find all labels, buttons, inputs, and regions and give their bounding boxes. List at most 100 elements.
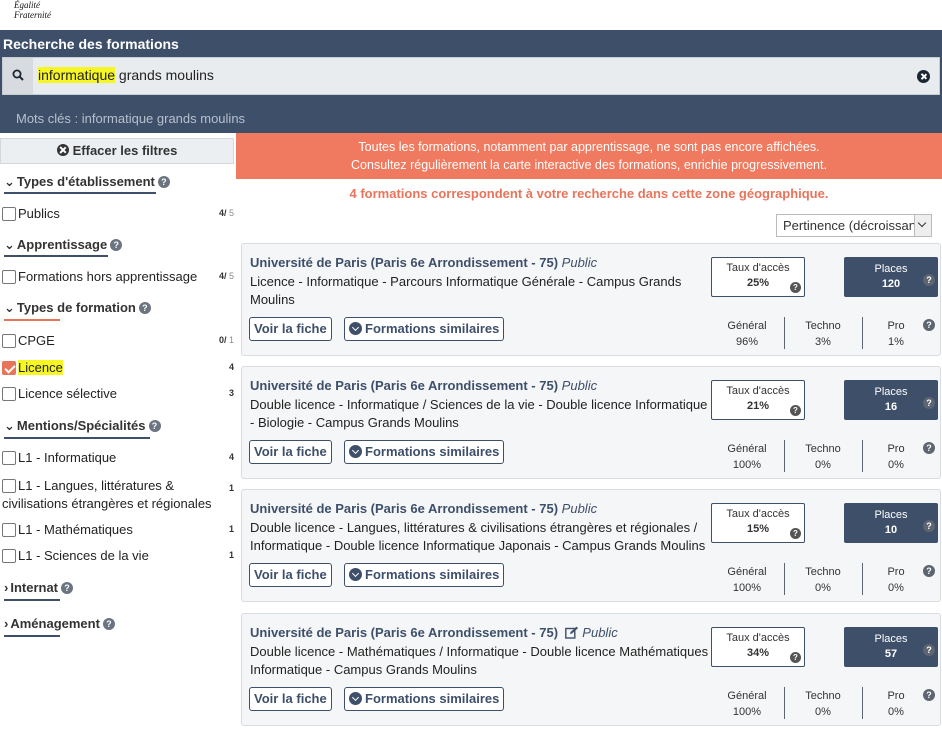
- section-underline: [4, 437, 150, 439]
- stat-techno: Techno 3%: [805, 320, 841, 348]
- checkbox-checked[interactable]: [2, 361, 16, 375]
- filter-label: Publics: [18, 206, 60, 221]
- checkbox[interactable]: [2, 523, 16, 537]
- similar-formations-button[interactable]: Formations similaires: [344, 440, 505, 464]
- help-icon[interactable]: ?: [923, 397, 935, 409]
- filter-l1-mathematiques[interactable]: L1 - Mathématiques 1: [2, 522, 234, 537]
- section-apprentissage[interactable]: ⌄ Apprentissage?: [4, 237, 123, 253]
- checkbox[interactable]: [2, 334, 16, 348]
- checkbox[interactable]: [2, 549, 16, 563]
- help-icon[interactable]: ?: [110, 239, 123, 251]
- help-icon[interactable]: ?: [923, 565, 935, 577]
- filter-l1-sciences-vie[interactable]: L1 - Sciences de la vie 1: [2, 548, 234, 563]
- formation-institution[interactable]: Université de Paris (Paris 6e Arrondisse…: [250, 501, 597, 516]
- section-label: Mentions/Spécialités: [16, 418, 146, 433]
- search-value[interactable]: informatique grands moulins: [38, 67, 214, 83]
- help-icon[interactable]: ?: [923, 442, 935, 454]
- filter-licence[interactable]: Licence 4: [2, 360, 234, 375]
- formation-description: Double licence - Langues, littératures &…: [250, 520, 706, 553]
- filter-label: Licence sélective: [18, 386, 117, 401]
- checkbox[interactable]: [2, 387, 16, 401]
- view-details-button[interactable]: Voir la fiche: [249, 440, 332, 464]
- help-icon[interactable]: ?: [157, 176, 170, 188]
- formation-description: Double licence - Informatique / Sciences…: [250, 397, 708, 430]
- checkbox[interactable]: [2, 207, 16, 221]
- similar-formations-button[interactable]: Formations similaires: [344, 687, 505, 711]
- filter-count: 1: [228, 483, 234, 493]
- checkbox[interactable]: [2, 451, 16, 465]
- chevron-circle-icon: [349, 692, 362, 705]
- formation-description: Double licence - Mathématiques / Informa…: [250, 644, 709, 677]
- help-icon[interactable]: ?: [923, 644, 935, 656]
- edit-icon[interactable]: [564, 626, 579, 639]
- filter-licence-selective[interactable]: Licence sélective 3: [2, 386, 234, 401]
- section-types-formation[interactable]: ⌄ Types de formation?: [4, 300, 151, 316]
- help-icon[interactable]: ?: [790, 282, 801, 293]
- formation-institution[interactable]: Université de Paris (Paris 6e Arrondisse…: [250, 378, 597, 393]
- info-banner: Toutes les formations, notamment par app…: [236, 133, 942, 179]
- formation-institution[interactable]: Université de Paris (Paris 6e Arrondisse…: [250, 255, 597, 270]
- search-header: Recherche des formations informatique gr…: [0, 30, 942, 133]
- institution-status: Public: [582, 625, 618, 640]
- clear-search-icon[interactable]: [917, 70, 930, 83]
- banner-line1: Toutes les formations, notamment par app…: [358, 140, 820, 154]
- filter-cpge[interactable]: CPGE 0/ 1: [2, 333, 234, 348]
- sort-value: Pertinence (décroissant): [783, 218, 924, 233]
- filters-sidebar: Effacer les filtres ⌄ Types d'établisseme…: [0, 133, 236, 731]
- section-label: Aménagement: [10, 616, 100, 631]
- section-label: Apprentissage: [16, 237, 108, 252]
- view-details-button[interactable]: Voir la fiche: [249, 687, 332, 711]
- formation-institution[interactable]: Université de Paris (Paris 6e Arrondisse…: [250, 625, 618, 640]
- chevron-down-icon: ⌄: [4, 174, 15, 189]
- help-icon[interactable]: ?: [138, 302, 151, 314]
- stat-general: Général 96%: [727, 320, 767, 348]
- stat-pro: Pro 0%: [887, 690, 905, 718]
- filter-publics[interactable]: Publics 4/ 5: [2, 206, 234, 221]
- filter-count: 3: [228, 388, 234, 398]
- formation-card: Université de Paris (Paris 6e Arrondisse…: [241, 243, 941, 356]
- similar-label: Formations similaires: [365, 691, 500, 706]
- places-label: Places: [874, 263, 908, 275]
- filter-l1-informatique[interactable]: L1 - Informatique 4: [2, 450, 234, 465]
- checkbox[interactable]: [2, 479, 16, 493]
- clear-filters-label: Effacer les filtres: [72, 143, 178, 158]
- search-input[interactable]: informatique grands moulins: [2, 57, 940, 95]
- filter-label: Formations hors apprentissage: [18, 269, 198, 284]
- view-details-button[interactable]: Voir la fiche: [249, 563, 332, 587]
- keywords-summary: Mots clés : informatique grands moulins: [16, 111, 246, 126]
- access-rate-label: Taux d'accès: [726, 385, 790, 397]
- filter-count: 1: [228, 550, 234, 560]
- help-icon[interactable]: ?: [923, 274, 935, 286]
- stat-separator: [784, 687, 785, 719]
- search-icon: [3, 58, 33, 94]
- help-icon[interactable]: ?: [61, 582, 74, 594]
- stat-techno: Techno 0%: [805, 690, 841, 718]
- filter-hors-apprentissage[interactable]: Formations hors apprentissage 4/ 5: [2, 269, 234, 284]
- help-icon[interactable]: ?: [790, 405, 801, 416]
- section-internat[interactable]: › Internat?: [4, 580, 74, 595]
- section-mentions[interactable]: ⌄ Mentions/Spécialités?: [4, 418, 161, 434]
- help-icon[interactable]: ?: [923, 520, 935, 532]
- similar-formations-button[interactable]: Formations similaires: [344, 563, 505, 587]
- sort-select[interactable]: Pertinence (décroissant): [776, 214, 932, 237]
- checkbox[interactable]: [2, 270, 16, 284]
- help-icon[interactable]: ?: [923, 689, 935, 701]
- help-icon[interactable]: ?: [790, 652, 801, 663]
- view-details-button[interactable]: Voir la fiche: [249, 317, 332, 341]
- clear-filters-button[interactable]: Effacer les filtres: [0, 138, 234, 164]
- section-underline: [4, 255, 108, 257]
- section-types-etablissement[interactable]: ⌄ Types d'établissement?: [4, 174, 170, 190]
- help-icon[interactable]: ?: [102, 618, 115, 630]
- help-icon[interactable]: ?: [148, 420, 161, 432]
- result-count: 4 formations correspondent à votre reche…: [349, 186, 829, 201]
- filter-l1-langues[interactable]: L1 - Langues, littératures & civilisatio…: [2, 477, 234, 513]
- section-amenagement[interactable]: › Aménagement?: [4, 616, 115, 631]
- stat-pro: Pro 0%: [887, 566, 905, 594]
- help-icon[interactable]: ?: [923, 319, 935, 331]
- access-rate-box: Taux d'accès 34% ?: [711, 627, 805, 667]
- places-label: Places: [874, 386, 908, 398]
- formation-card: Université de Paris (Paris 6e Arrondisse…: [241, 366, 941, 479]
- similar-formations-button[interactable]: Formations similaires: [344, 317, 505, 341]
- help-icon[interactable]: ?: [790, 528, 801, 539]
- places-label: Places: [874, 633, 908, 645]
